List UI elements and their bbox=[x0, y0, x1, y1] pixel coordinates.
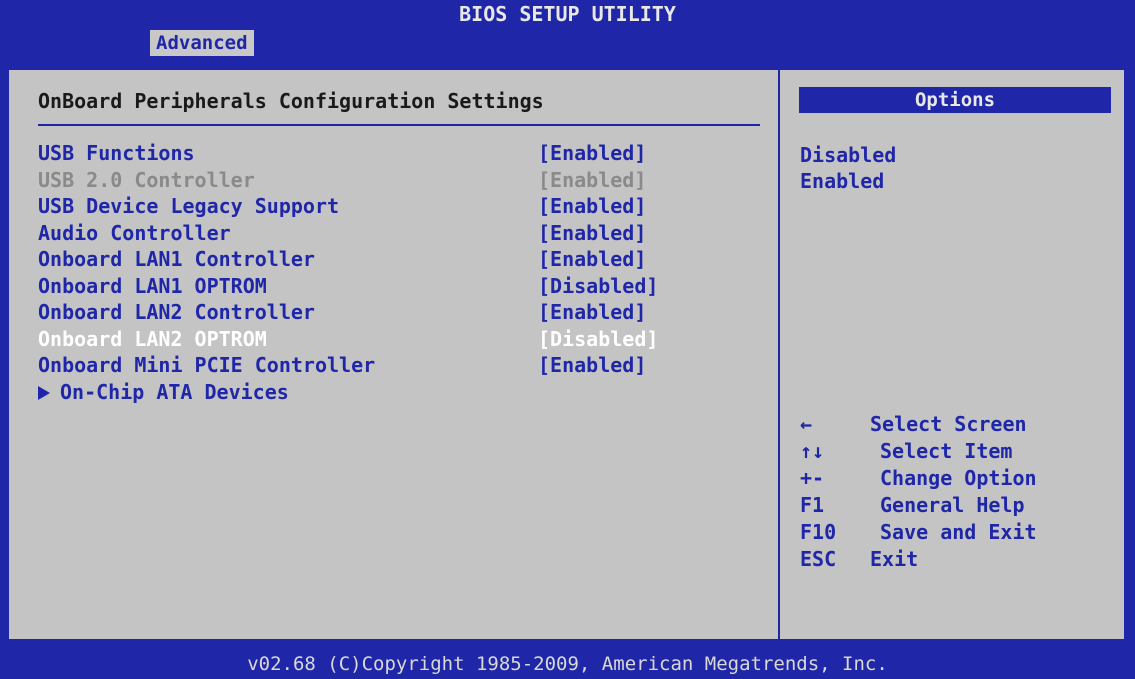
setting-label: Onboard LAN2 OPTROM bbox=[38, 326, 267, 351]
option-item[interactable]: Enabled bbox=[800, 168, 896, 194]
options-list: Disabled Enabled bbox=[800, 142, 896, 194]
options-header: Options bbox=[799, 87, 1111, 113]
tab-advanced[interactable]: Advanced bbox=[150, 30, 254, 56]
help-desc: Select Screen bbox=[870, 412, 1027, 436]
help-row: +- Change Option bbox=[800, 465, 1100, 492]
setting-label: Audio Controller bbox=[38, 220, 231, 245]
help-row: ESC Exit bbox=[800, 546, 1100, 573]
setting-value[interactable]: [Enabled] bbox=[538, 193, 646, 220]
setting-onboard-lan2-controller[interactable]: Onboard LAN2 Controller [Enabled] bbox=[38, 299, 738, 326]
help-desc: Save and Exit bbox=[880, 520, 1037, 544]
setting-onboard-lan1-optrom[interactable]: Onboard LAN1 OPTROM [Disabled] bbox=[38, 273, 738, 300]
help-key: F10 bbox=[800, 520, 837, 544]
help-row: F10 Save and Exit bbox=[800, 519, 1100, 546]
help-row: ↑↓ Select Item bbox=[800, 438, 1100, 465]
bios-title: BIOS SETUP UTILITY bbox=[0, 0, 1135, 28]
copyright-footer: v02.68 (C)Copyright 1985-2009, American … bbox=[0, 649, 1135, 679]
setting-value: [Enabled] bbox=[538, 167, 647, 192]
setting-value[interactable]: [Enabled] bbox=[538, 140, 646, 167]
tab-strip: Advanced bbox=[0, 28, 1135, 58]
help-row: ← Select Screen bbox=[800, 411, 1100, 438]
section-title: OnBoard Peripherals Configuration Settin… bbox=[38, 89, 544, 113]
help-desc: Exit bbox=[870, 547, 919, 571]
setting-onboard-lan1-controller[interactable]: Onboard LAN1 Controller [Enabled] bbox=[38, 246, 738, 273]
help-legend: ← Select Screen ↑↓ Select Item +- Change… bbox=[800, 411, 1100, 573]
setting-onboard-lan2-optrom[interactable]: Onboard LAN2 OPTROM [Disabled] bbox=[38, 326, 738, 353]
setting-label: USB Functions bbox=[38, 141, 195, 165]
setting-onboard-mini-pcie-controller[interactable]: Onboard Mini PCIE Controller [Enabled] bbox=[38, 352, 738, 379]
section-underline bbox=[38, 124, 760, 126]
help-desc: Change Option bbox=[880, 466, 1037, 490]
submenu-arrow-icon bbox=[38, 385, 50, 400]
setting-value[interactable]: [Disabled] bbox=[538, 273, 658, 300]
settings-list: USB Functions [Enabled] USB 2.0 Controll… bbox=[38, 140, 738, 405]
help-key: ESC bbox=[800, 547, 837, 571]
setting-value[interactable]: [Enabled] bbox=[538, 246, 646, 273]
panel-divider bbox=[778, 70, 780, 639]
setting-label: USB Device Legacy Support bbox=[38, 194, 340, 218]
help-desc: General Help bbox=[880, 493, 1025, 517]
help-row: F1 General Help bbox=[800, 492, 1100, 519]
setting-value[interactable]: [Disabled] bbox=[538, 326, 658, 353]
setting-label: Onboard LAN2 Controller bbox=[38, 300, 315, 324]
setting-label: Onboard LAN1 OPTROM bbox=[38, 273, 267, 298]
setting-label: Onboard LAN1 Controller bbox=[38, 247, 315, 271]
setting-value[interactable]: [Enabled] bbox=[538, 220, 646, 247]
setting-value[interactable]: [Enabled] bbox=[538, 299, 646, 326]
up-down-arrows-icon: ↑↓ bbox=[800, 439, 825, 463]
setting-usb-functions[interactable]: USB Functions [Enabled] bbox=[38, 140, 738, 167]
left-arrow-icon: ← bbox=[800, 412, 813, 436]
main-frame: OnBoard Peripherals Configuration Settin… bbox=[7, 68, 1126, 641]
help-desc: Select Item bbox=[880, 439, 1013, 463]
setting-label: Onboard Mini PCIE Controller bbox=[38, 353, 376, 377]
setting-usb-device-legacy-support[interactable]: USB Device Legacy Support [Enabled] bbox=[38, 193, 738, 220]
setting-value[interactable]: [Enabled] bbox=[538, 352, 646, 379]
setting-label: On-Chip ATA Devices bbox=[38, 379, 289, 406]
setting-label: USB 2.0 Controller bbox=[38, 167, 255, 192]
help-key: F1 bbox=[800, 493, 825, 517]
setting-usb-2-controller: USB 2.0 Controller [Enabled] bbox=[38, 167, 738, 194]
plus-minus-icon: +- bbox=[800, 466, 825, 490]
submenu-on-chip-ata-devices[interactable]: On-Chip ATA Devices bbox=[38, 379, 738, 406]
option-item[interactable]: Disabled bbox=[800, 142, 896, 168]
setting-audio-controller[interactable]: Audio Controller [Enabled] bbox=[38, 220, 738, 247]
submenu-label: On-Chip ATA Devices bbox=[60, 379, 289, 404]
